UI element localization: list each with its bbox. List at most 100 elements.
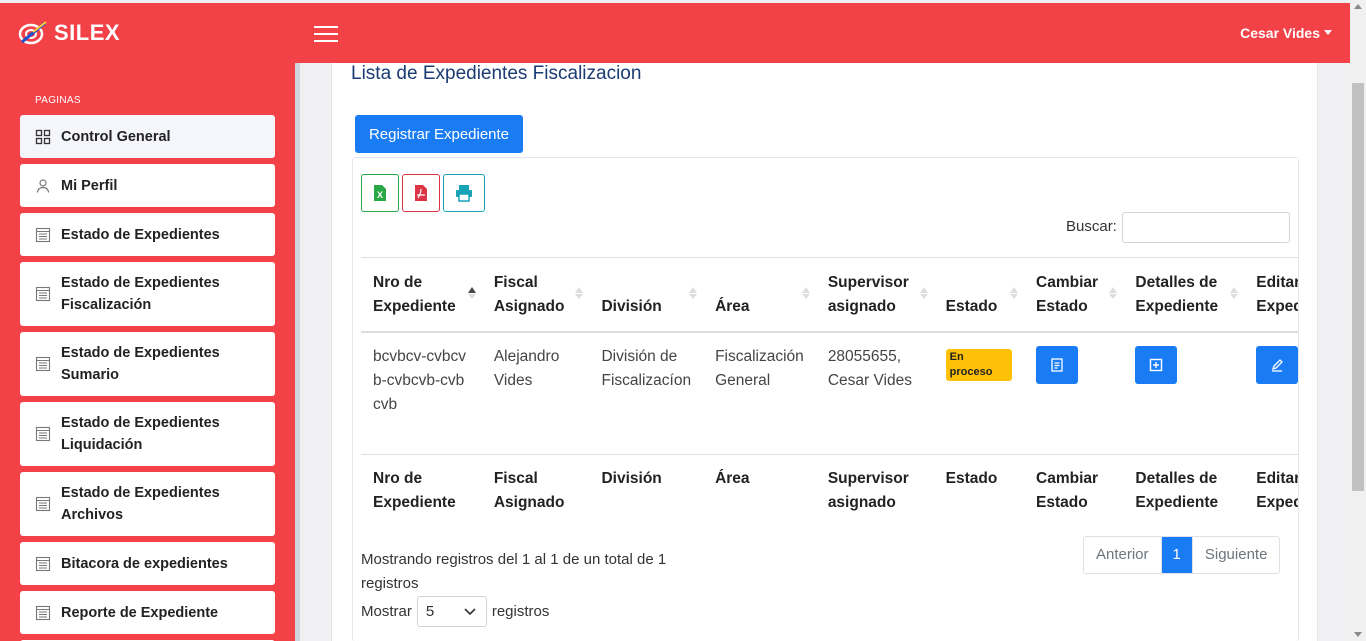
length-prefix: Mostrar <box>361 603 412 620</box>
document-icon <box>35 227 51 242</box>
export-excel-button[interactable]: X <box>361 174 399 212</box>
excel-icon: X <box>374 185 386 201</box>
sidebar-scrollbar[interactable] <box>295 63 300 641</box>
page-length-control: Mostrar 5 registros <box>361 596 549 627</box>
cell-nro: bcvbcv-cvbcvb-cvbcvb-cvbcvb <box>361 331 482 455</box>
cell-editar <box>1244 331 1298 455</box>
cell-detalles <box>1123 331 1245 455</box>
column-header-area[interactable]: Área <box>703 257 816 333</box>
sort-icon <box>1230 286 1239 299</box>
editar-expediente-button[interactable] <box>1256 345 1298 384</box>
document-icon <box>35 286 51 302</box>
column-header-division[interactable]: División <box>589 257 704 333</box>
scroll-up-icon[interactable] <box>1354 4 1362 9</box>
scroll-down-icon[interactable] <box>1354 632 1362 637</box>
user-dropdown[interactable]: Cesar Vides <box>1240 25 1332 41</box>
cell-cambiar-estado <box>1024 331 1124 455</box>
sidebar-item-label: Estado de Expedientes Sumario <box>61 345 220 383</box>
document-icon <box>35 356 51 372</box>
cell-supervisor: 28055655, Cesar Vides <box>815 331 934 455</box>
sidebar-item-estado-sumario[interactable]: Estado de Expedientes Sumario <box>20 332 275 396</box>
footer-division: División <box>589 454 704 527</box>
detalles-expediente-button[interactable] <box>1135 345 1178 384</box>
export-pdf-button[interactable] <box>402 174 440 212</box>
footer-nro: Nro de Expediente <box>361 454 482 527</box>
sidebar: PAGINAS Control General Mi Perfil Estado… <box>0 63 295 641</box>
footer-estado: Estado <box>933 454 1025 527</box>
page-length-select[interactable]: 5 <box>416 596 487 627</box>
sidebar-item-label: Reporte de Expediente <box>61 604 219 621</box>
column-header-editar[interactable]: Editar Expediente <box>1244 257 1298 333</box>
sidebar-item-reporte[interactable]: Reporte de Expediente <box>20 591 275 634</box>
sidebar-item-estado-liquidacion[interactable]: Estado de Expedientes Liquidación <box>20 402 275 466</box>
document-icon <box>35 496 51 512</box>
page-title: Lista de Expedientes Fiscalizacion <box>351 63 642 84</box>
sidebar-heading: PAGINAS <box>35 95 81 106</box>
footer-area: Área <box>703 454 816 527</box>
pdf-icon <box>415 185 427 201</box>
search-label: Buscar: <box>1066 218 1117 235</box>
menu-toggle-icon[interactable] <box>314 24 338 44</box>
sidebar-item-label: Bitacora de expedientes <box>61 555 228 572</box>
plus-square-icon <box>1150 358 1163 371</box>
expedientes-table: Nro de Expediente Fiscal Asignado Divisi… <box>361 257 1298 527</box>
main-card: Lista de Expedientes Fiscalizacion Regis… <box>331 63 1318 641</box>
pagination-page-1[interactable]: 1 <box>1161 537 1193 573</box>
footer-cambiar-estado: Cambiar Estado <box>1024 454 1124 527</box>
silex-logo-icon <box>18 21 47 45</box>
scrollbar-thumb[interactable] <box>1352 83 1364 491</box>
footer-fiscal: Fiscal Asignado <box>481 454 590 527</box>
sidebar-item-label: Mi Perfil <box>61 177 118 194</box>
sidebar-item-label: Estado de Expedientes <box>61 226 220 243</box>
pagination-prev[interactable]: Anterior <box>1084 537 1162 573</box>
sort-icon <box>1109 286 1118 299</box>
cell-division: División de Fiscalizacíon <box>589 331 704 455</box>
cell-area: Fiscalización General <box>703 331 816 455</box>
search-input[interactable] <box>1122 212 1290 243</box>
sidebar-item-label: Control General <box>61 128 171 145</box>
print-button[interactable] <box>443 174 485 212</box>
user-icon <box>36 178 50 193</box>
table-footer-row: Nro de Expediente Fiscal Asignado Divisi… <box>361 454 1298 527</box>
pagination-next[interactable]: Siguiente <box>1193 537 1280 573</box>
grid-icon <box>35 129 51 144</box>
table-header-row: Nro de Expediente Fiscal Asignado Divisi… <box>361 257 1298 333</box>
cell-fiscal: Alejandro Vides <box>481 331 590 455</box>
sidebar-item-label: Estado de Expedientes Archivos <box>61 485 220 523</box>
length-suffix: registros <box>491 603 550 620</box>
sidebar-item-control-general[interactable]: Control General <box>20 115 275 158</box>
sidebar-item-estado-fiscalizacion[interactable]: Estado de Expedientes Fiscalización <box>20 262 275 326</box>
sort-icon <box>801 286 810 299</box>
document-icon <box>35 426 51 442</box>
sidebar-item-bitacora[interactable]: Bitacora de expedientes <box>20 542 275 585</box>
edit-icon <box>1272 358 1284 372</box>
column-header-detalles[interactable]: Detalles de Expediente <box>1123 257 1245 333</box>
sort-asc-icon <box>467 286 476 299</box>
footer-detalles: Detalles de Expediente <box>1123 454 1245 527</box>
document-list-icon <box>1051 357 1063 372</box>
footer-editar: Editar Expediente <box>1244 454 1298 527</box>
page-scrollbar[interactable] <box>1350 0 1366 641</box>
sidebar-item-label: Estado de Expedientes Fiscalización <box>61 275 220 313</box>
register-expediente-button[interactable]: Registrar Expediente <box>355 115 523 153</box>
datatable-container: X Buscar: Nro de Expediente Fiscal Asign… <box>352 157 1299 641</box>
user-name: Cesar Vides <box>1240 25 1320 41</box>
column-header-nro[interactable]: Nro de Expediente <box>361 257 482 333</box>
sidebar-item-estado-archivos[interactable]: Estado de Expedientes Archivos <box>20 472 275 536</box>
footer-supervisor: Supervisor asignado <box>815 454 934 527</box>
sidebar-item-mi-perfil[interactable]: Mi Perfil <box>20 164 275 207</box>
brand-logo[interactable]: SILEX <box>18 20 120 46</box>
print-icon <box>456 185 472 202</box>
page-length-value: 5 <box>425 603 435 620</box>
sidebar-item-estado-expedientes[interactable]: Estado de Expedientes <box>20 213 275 256</box>
sort-icon <box>575 286 584 299</box>
table-scroll-area: Nro de Expediente Fiscal Asignado Divisi… <box>361 257 1298 527</box>
table-info: Mostrando registros del 1 al 1 de un tot… <box>361 551 667 592</box>
column-header-estado[interactable]: Estado <box>933 257 1025 333</box>
column-header-cambiar-estado[interactable]: Cambiar Estado <box>1024 257 1124 333</box>
pagination: Anterior 1 Siguiente <box>1083 536 1281 574</box>
column-header-fiscal[interactable]: Fiscal Asignado <box>481 257 590 333</box>
column-header-supervisor[interactable]: Supervisor asignado <box>815 257 934 333</box>
sort-icon <box>689 286 698 299</box>
cambiar-estado-button[interactable] <box>1036 345 1079 384</box>
